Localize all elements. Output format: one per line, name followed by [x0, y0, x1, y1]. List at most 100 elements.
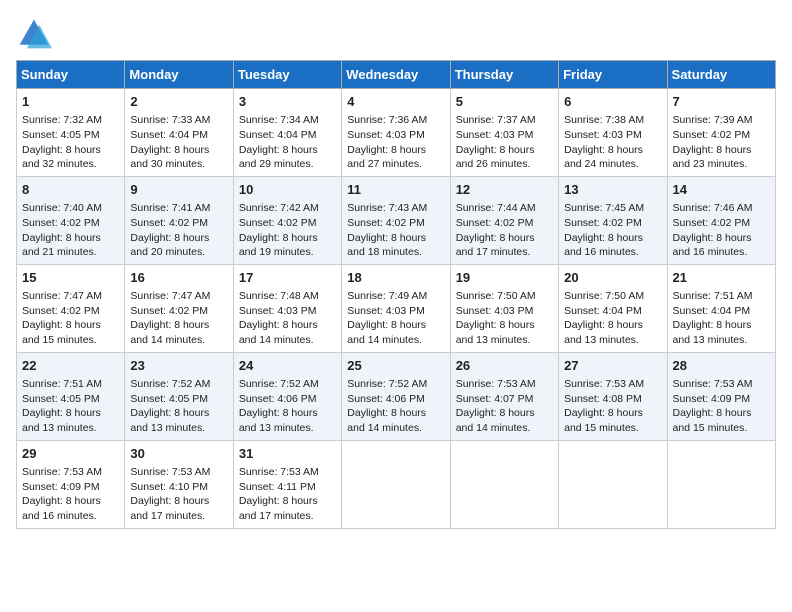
- logo: [16, 16, 56, 52]
- day-number: 2: [130, 93, 227, 111]
- day-number: 19: [456, 269, 553, 287]
- calendar-cell: 21 Sunrise: 7:51 AM Sunset: 4:04 PM Dayl…: [667, 264, 775, 352]
- cell-content: Sunrise: 7:40 AM Sunset: 4:02 PM Dayligh…: [22, 201, 119, 260]
- calendar-cell: [559, 440, 667, 528]
- day-number: 23: [130, 357, 227, 375]
- cell-content: Sunrise: 7:33 AM Sunset: 4:04 PM Dayligh…: [130, 113, 227, 172]
- cell-content: Sunrise: 7:44 AM Sunset: 4:02 PM Dayligh…: [456, 201, 553, 260]
- calendar-cell: 30 Sunrise: 7:53 AM Sunset: 4:10 PM Dayl…: [125, 440, 233, 528]
- day-number: 28: [673, 357, 770, 375]
- cell-content: Sunrise: 7:47 AM Sunset: 4:02 PM Dayligh…: [130, 289, 227, 348]
- calendar-cell: 16 Sunrise: 7:47 AM Sunset: 4:02 PM Dayl…: [125, 264, 233, 352]
- cell-content: Sunrise: 7:45 AM Sunset: 4:02 PM Dayligh…: [564, 201, 661, 260]
- day-number: 22: [22, 357, 119, 375]
- page-header: [16, 16, 776, 52]
- cell-content: Sunrise: 7:49 AM Sunset: 4:03 PM Dayligh…: [347, 289, 444, 348]
- column-header-friday: Friday: [559, 61, 667, 89]
- header-row: SundayMondayTuesdayWednesdayThursdayFrid…: [17, 61, 776, 89]
- cell-content: Sunrise: 7:53 AM Sunset: 4:11 PM Dayligh…: [239, 465, 336, 524]
- day-number: 3: [239, 93, 336, 111]
- day-number: 10: [239, 181, 336, 199]
- cell-content: Sunrise: 7:43 AM Sunset: 4:02 PM Dayligh…: [347, 201, 444, 260]
- cell-content: Sunrise: 7:53 AM Sunset: 4:08 PM Dayligh…: [564, 377, 661, 436]
- calendar-cell: 11 Sunrise: 7:43 AM Sunset: 4:02 PM Dayl…: [342, 176, 450, 264]
- calendar-cell: 13 Sunrise: 7:45 AM Sunset: 4:02 PM Dayl…: [559, 176, 667, 264]
- calendar-cell: 7 Sunrise: 7:39 AM Sunset: 4:02 PM Dayli…: [667, 89, 775, 177]
- day-number: 9: [130, 181, 227, 199]
- week-row-4: 22 Sunrise: 7:51 AM Sunset: 4:05 PM Dayl…: [17, 352, 776, 440]
- cell-content: Sunrise: 7:53 AM Sunset: 4:09 PM Dayligh…: [673, 377, 770, 436]
- calendar-cell: 6 Sunrise: 7:38 AM Sunset: 4:03 PM Dayli…: [559, 89, 667, 177]
- calendar-cell: 26 Sunrise: 7:53 AM Sunset: 4:07 PM Dayl…: [450, 352, 558, 440]
- cell-content: Sunrise: 7:36 AM Sunset: 4:03 PM Dayligh…: [347, 113, 444, 172]
- day-number: 31: [239, 445, 336, 463]
- cell-content: Sunrise: 7:41 AM Sunset: 4:02 PM Dayligh…: [130, 201, 227, 260]
- cell-content: Sunrise: 7:52 AM Sunset: 4:06 PM Dayligh…: [347, 377, 444, 436]
- cell-content: Sunrise: 7:34 AM Sunset: 4:04 PM Dayligh…: [239, 113, 336, 172]
- week-row-3: 15 Sunrise: 7:47 AM Sunset: 4:02 PM Dayl…: [17, 264, 776, 352]
- day-number: 15: [22, 269, 119, 287]
- day-number: 1: [22, 93, 119, 111]
- calendar-cell: 22 Sunrise: 7:51 AM Sunset: 4:05 PM Dayl…: [17, 352, 125, 440]
- day-number: 24: [239, 357, 336, 375]
- cell-content: Sunrise: 7:53 AM Sunset: 4:07 PM Dayligh…: [456, 377, 553, 436]
- calendar-cell: [450, 440, 558, 528]
- cell-content: Sunrise: 7:38 AM Sunset: 4:03 PM Dayligh…: [564, 113, 661, 172]
- calendar-table: SundayMondayTuesdayWednesdayThursdayFrid…: [16, 60, 776, 529]
- day-number: 13: [564, 181, 661, 199]
- calendar-cell: 2 Sunrise: 7:33 AM Sunset: 4:04 PM Dayli…: [125, 89, 233, 177]
- calendar-cell: 27 Sunrise: 7:53 AM Sunset: 4:08 PM Dayl…: [559, 352, 667, 440]
- cell-content: Sunrise: 7:47 AM Sunset: 4:02 PM Dayligh…: [22, 289, 119, 348]
- cell-content: Sunrise: 7:32 AM Sunset: 4:05 PM Dayligh…: [22, 113, 119, 172]
- column-header-saturday: Saturday: [667, 61, 775, 89]
- cell-content: Sunrise: 7:53 AM Sunset: 4:10 PM Dayligh…: [130, 465, 227, 524]
- day-number: 12: [456, 181, 553, 199]
- calendar-cell: 8 Sunrise: 7:40 AM Sunset: 4:02 PM Dayli…: [17, 176, 125, 264]
- day-number: 27: [564, 357, 661, 375]
- calendar-cell: 1 Sunrise: 7:32 AM Sunset: 4:05 PM Dayli…: [17, 89, 125, 177]
- cell-content: Sunrise: 7:50 AM Sunset: 4:04 PM Dayligh…: [564, 289, 661, 348]
- cell-content: Sunrise: 7:52 AM Sunset: 4:06 PM Dayligh…: [239, 377, 336, 436]
- calendar-cell: [667, 440, 775, 528]
- calendar-cell: 18 Sunrise: 7:49 AM Sunset: 4:03 PM Dayl…: [342, 264, 450, 352]
- calendar-cell: 4 Sunrise: 7:36 AM Sunset: 4:03 PM Dayli…: [342, 89, 450, 177]
- column-header-tuesday: Tuesday: [233, 61, 341, 89]
- calendar-cell: 20 Sunrise: 7:50 AM Sunset: 4:04 PM Dayl…: [559, 264, 667, 352]
- calendar-cell: 14 Sunrise: 7:46 AM Sunset: 4:02 PM Dayl…: [667, 176, 775, 264]
- day-number: 30: [130, 445, 227, 463]
- calendar-cell: 23 Sunrise: 7:52 AM Sunset: 4:05 PM Dayl…: [125, 352, 233, 440]
- cell-content: Sunrise: 7:50 AM Sunset: 4:03 PM Dayligh…: [456, 289, 553, 348]
- day-number: 17: [239, 269, 336, 287]
- day-number: 16: [130, 269, 227, 287]
- calendar-cell: 12 Sunrise: 7:44 AM Sunset: 4:02 PM Dayl…: [450, 176, 558, 264]
- column-header-wednesday: Wednesday: [342, 61, 450, 89]
- week-row-5: 29 Sunrise: 7:53 AM Sunset: 4:09 PM Dayl…: [17, 440, 776, 528]
- calendar-cell: 25 Sunrise: 7:52 AM Sunset: 4:06 PM Dayl…: [342, 352, 450, 440]
- calendar-cell: 19 Sunrise: 7:50 AM Sunset: 4:03 PM Dayl…: [450, 264, 558, 352]
- day-number: 8: [22, 181, 119, 199]
- column-header-monday: Monday: [125, 61, 233, 89]
- cell-content: Sunrise: 7:39 AM Sunset: 4:02 PM Dayligh…: [673, 113, 770, 172]
- calendar-cell: 3 Sunrise: 7:34 AM Sunset: 4:04 PM Dayli…: [233, 89, 341, 177]
- day-number: 5: [456, 93, 553, 111]
- calendar-cell: 31 Sunrise: 7:53 AM Sunset: 4:11 PM Dayl…: [233, 440, 341, 528]
- week-row-2: 8 Sunrise: 7:40 AM Sunset: 4:02 PM Dayli…: [17, 176, 776, 264]
- day-number: 26: [456, 357, 553, 375]
- day-number: 14: [673, 181, 770, 199]
- calendar-cell: 24 Sunrise: 7:52 AM Sunset: 4:06 PM Dayl…: [233, 352, 341, 440]
- day-number: 20: [564, 269, 661, 287]
- column-header-thursday: Thursday: [450, 61, 558, 89]
- day-number: 29: [22, 445, 119, 463]
- day-number: 6: [564, 93, 661, 111]
- calendar-cell: 28 Sunrise: 7:53 AM Sunset: 4:09 PM Dayl…: [667, 352, 775, 440]
- column-header-sunday: Sunday: [17, 61, 125, 89]
- day-number: 4: [347, 93, 444, 111]
- calendar-cell: 17 Sunrise: 7:48 AM Sunset: 4:03 PM Dayl…: [233, 264, 341, 352]
- cell-content: Sunrise: 7:42 AM Sunset: 4:02 PM Dayligh…: [239, 201, 336, 260]
- day-number: 11: [347, 181, 444, 199]
- day-number: 25: [347, 357, 444, 375]
- cell-content: Sunrise: 7:48 AM Sunset: 4:03 PM Dayligh…: [239, 289, 336, 348]
- calendar-cell: 5 Sunrise: 7:37 AM Sunset: 4:03 PM Dayli…: [450, 89, 558, 177]
- logo-icon: [16, 16, 52, 52]
- week-row-1: 1 Sunrise: 7:32 AM Sunset: 4:05 PM Dayli…: [17, 89, 776, 177]
